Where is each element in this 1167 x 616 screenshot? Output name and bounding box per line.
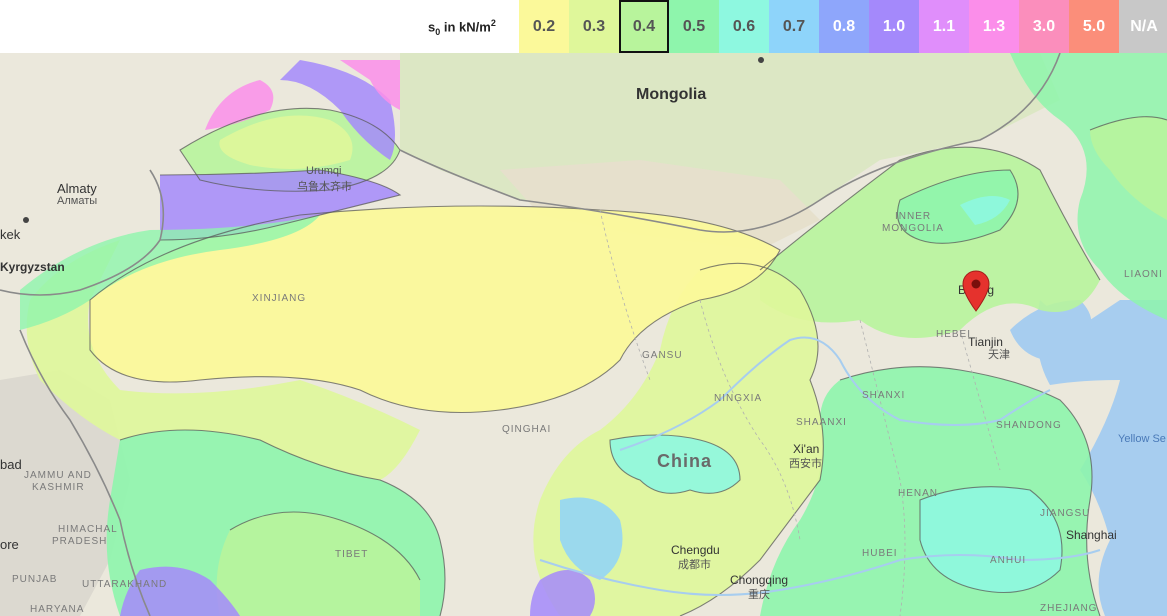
label-xian-local: 西安市 — [789, 458, 822, 470]
label-almaty: Almaty — [57, 181, 97, 196]
label-shandong: SHANDONG — [996, 420, 1062, 431]
map-city-dot — [23, 217, 29, 223]
label-tianjin-local: 天津 — [988, 349, 1010, 361]
label-urumqi-local: 乌鲁木齐市 — [297, 181, 352, 193]
label-chengdu-local: 成都市 — [678, 559, 711, 571]
label-islamabad: bad — [0, 457, 22, 472]
label-inner-mongolia-2: MONGOLIA — [882, 223, 944, 234]
label-chengdu: Chengdu — [671, 543, 720, 557]
label-zhejiang: ZHEJIANG — [1040, 603, 1098, 614]
label-kyrgyzstan: Kyrgyzstan — [0, 260, 65, 274]
label-bishkek: kek — [0, 227, 21, 242]
snow-load-legend: 0.2 0.3 0.4 0.5 0.6 0.7 0.8 1.0 1.1 1.3 3.0 5.0 N/A — [519, 0, 1167, 53]
legend-swatch-1-1[interactable]: 1.1 — [919, 0, 969, 53]
legend-header: s0 in kN/m2 0.2 0.3 0.4 0.5 0.6 0.7 0.8 1.0 1.1 1… — [0, 0, 1167, 53]
label-shanghai: Shanghai — [1066, 528, 1117, 542]
label-china: China — [657, 451, 713, 471]
label-yellow-sea: Yellow Se — [1118, 433, 1166, 445]
label-xinjiang: XINJIANG — [252, 293, 307, 304]
label-hubei: HUBEI — [862, 548, 898, 559]
label-qinghai: QINGHAI — [502, 424, 552, 435]
label-shaanxi: SHAANXI — [796, 417, 847, 428]
label-inner-mongolia-1: INNER — [895, 211, 932, 222]
label-jammu-2: KASHMIR — [32, 482, 85, 493]
legend-swatch-1-0[interactable]: 1.0 — [869, 0, 919, 53]
legend-swatch-0-6[interactable]: 0.6 — [719, 0, 769, 53]
legend-swatch-n-a[interactable]: N/A — [1119, 0, 1167, 53]
legend-title: s0 in kN/m2 — [428, 18, 496, 37]
label-anhui: ANHUI — [990, 555, 1027, 566]
label-lahore: ore — [0, 537, 19, 552]
label-urumqi: Urumqi — [306, 165, 342, 177]
label-jammu-1: JAMMU AND — [24, 470, 92, 481]
legend-swatch-3-0[interactable]: 3.0 — [1019, 0, 1069, 53]
label-jiangsu: JIANGSU — [1040, 508, 1091, 519]
map-city-dot — [758, 57, 764, 63]
label-uttarakhand: UTTARAKHAND — [82, 579, 168, 590]
label-shanxi: SHANXI — [862, 390, 906, 401]
legend-swatch-0-2[interactable]: 0.2 — [519, 0, 569, 53]
label-chongqing-local: 重庆 — [748, 589, 770, 601]
label-almaty-local: Алматы — [57, 195, 98, 207]
label-hebei: HEBEI — [936, 329, 972, 340]
legend-swatch-5-0[interactable]: 5.0 — [1069, 0, 1119, 53]
label-liaoning: LIAONI — [1124, 269, 1163, 280]
label-tibet: TIBET — [335, 549, 369, 560]
label-himachal-2: PRADESH — [52, 536, 108, 547]
label-henan: HENAN — [898, 488, 939, 499]
legend-swatch-0-7[interactable]: 0.7 — [769, 0, 819, 53]
snow-load-map[interactable]: Mongolia China Almaty Алматы kek Kyrgyzs… — [0, 53, 1167, 616]
legend-swatch-0-3[interactable]: 0.3 — [569, 0, 619, 53]
label-gansu: GANSU — [642, 350, 683, 361]
label-mongolia: Mongolia — [636, 86, 707, 103]
legend-swatch-1-3[interactable]: 1.3 — [969, 0, 1019, 53]
legend-swatch-0-5[interactable]: 0.5 — [669, 0, 719, 53]
label-ningxia: NINGXIA — [714, 393, 763, 404]
label-punjab: PUNJAB — [12, 574, 58, 585]
label-xian: Xi'an — [793, 442, 820, 456]
label-haryana: HARYANA — [30, 604, 85, 615]
label-himachal-1: HIMACHAL — [58, 524, 118, 535]
legend-swatch-0-8[interactable]: 0.8 — [819, 0, 869, 53]
legend-swatch-0-4[interactable]: 0.4 — [619, 0, 669, 53]
label-chongqing: Chongqing — [730, 573, 789, 587]
